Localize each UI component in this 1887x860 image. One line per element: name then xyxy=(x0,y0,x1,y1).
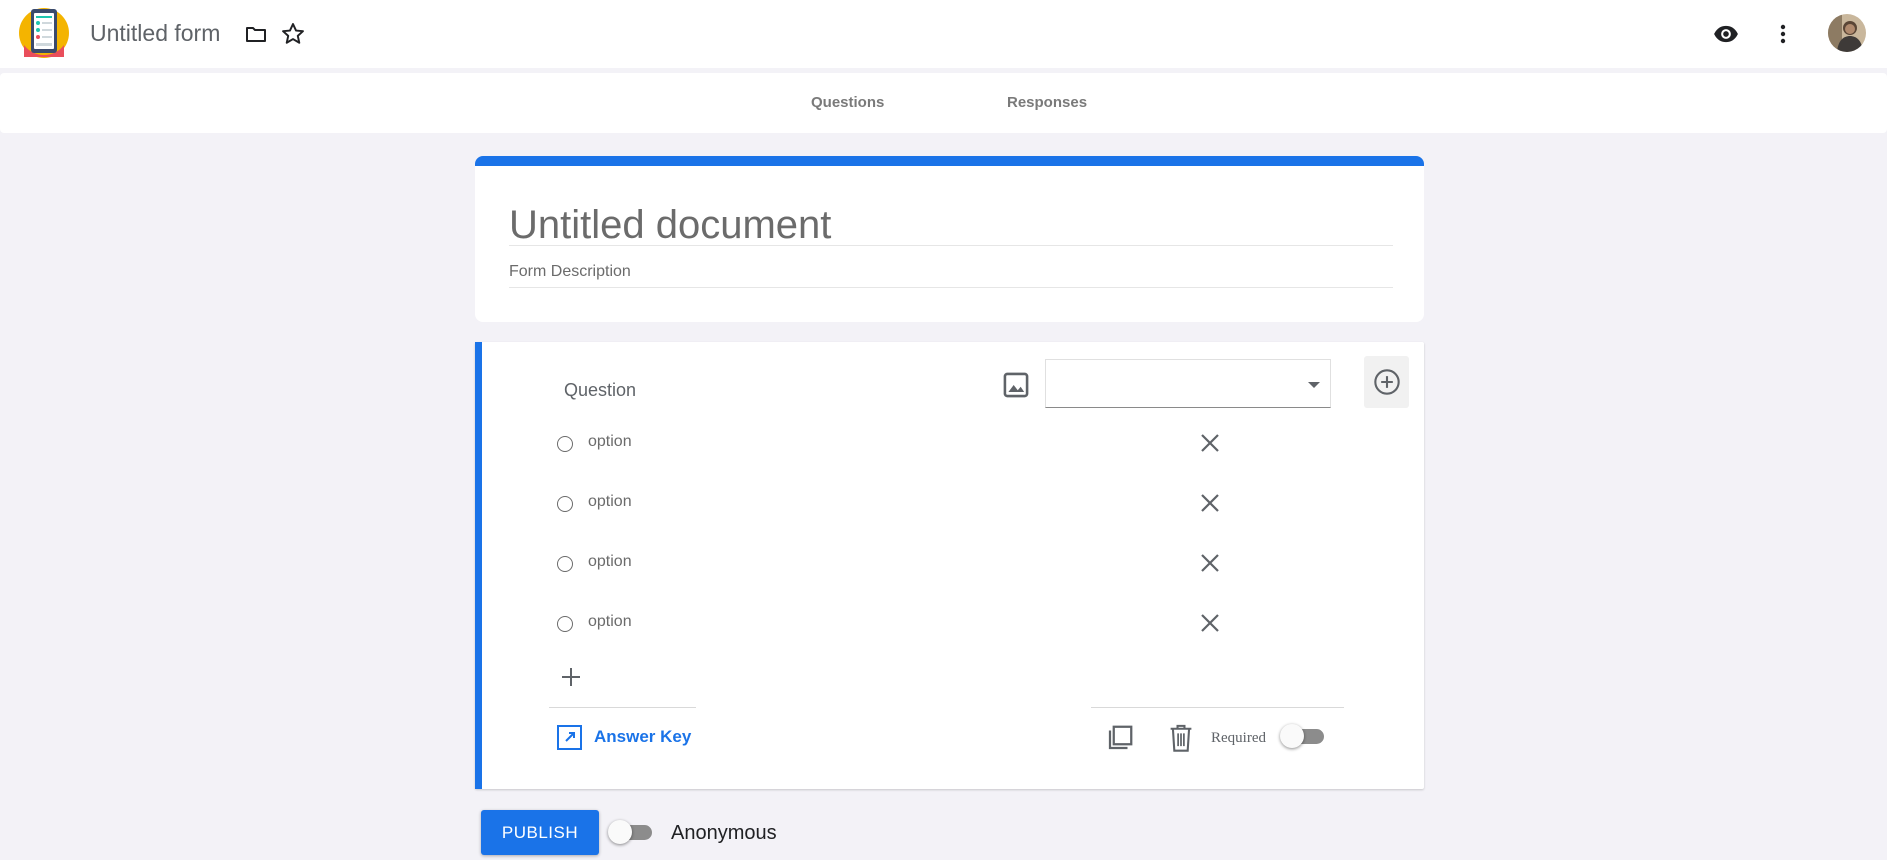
active-question-indicator xyxy=(475,342,482,789)
folder-icon[interactable] xyxy=(242,20,270,48)
form-description-input[interactable]: Form Description xyxy=(509,262,1393,288)
form-header-card: Untitled document Form Description xyxy=(475,156,1424,322)
answer-key-button[interactable]: Answer Key xyxy=(557,723,691,751)
eye-icon[interactable] xyxy=(1711,19,1741,49)
option-row: option xyxy=(557,484,1257,524)
toggle-knob xyxy=(1280,724,1304,748)
copy-icon[interactable] xyxy=(1104,722,1136,754)
divider xyxy=(1091,707,1344,708)
add-option-icon[interactable] xyxy=(556,662,586,692)
app-logo-icon[interactable] xyxy=(18,5,70,61)
header-accent-bar xyxy=(475,156,1424,166)
option-row: option xyxy=(557,424,1257,464)
question-title-input[interactable]: Question xyxy=(564,380,636,401)
add-question-button[interactable] xyxy=(1364,356,1409,408)
toggle-knob xyxy=(608,820,632,844)
radio-icon xyxy=(557,496,573,512)
option-row: option xyxy=(557,604,1257,644)
add-circle-icon xyxy=(1373,369,1400,395)
question-type-select[interactable] xyxy=(1045,359,1331,408)
anonymous-label: Anonymous xyxy=(671,822,777,844)
option-input[interactable]: option xyxy=(588,433,632,451)
avatar[interactable] xyxy=(1828,14,1866,52)
divider xyxy=(549,707,696,708)
option-input[interactable]: option xyxy=(588,553,632,571)
star-icon[interactable] xyxy=(278,19,308,49)
anonymous-toggle[interactable] xyxy=(608,820,652,844)
close-icon[interactable] xyxy=(1197,550,1223,576)
tab-bar: Questions Responses xyxy=(0,73,1887,133)
radio-icon xyxy=(557,436,573,452)
required-toggle[interactable] xyxy=(1280,724,1324,748)
trash-icon[interactable] xyxy=(1165,722,1197,754)
tab-responses[interactable]: Responses xyxy=(1007,94,1087,111)
answer-key-label: Answer Key xyxy=(594,727,692,746)
option-input[interactable]: option xyxy=(588,493,632,511)
required-label: Required xyxy=(1211,730,1266,746)
top-app-bar: Untitled form xyxy=(0,0,1887,68)
close-icon[interactable] xyxy=(1197,490,1223,516)
image-icon[interactable] xyxy=(998,367,1034,403)
close-icon[interactable] xyxy=(1197,430,1223,456)
tab-questions[interactable]: Questions xyxy=(811,94,884,111)
dropdown-arrow-icon xyxy=(1308,382,1320,388)
more-vert-icon[interactable] xyxy=(1768,19,1798,49)
option-row: option xyxy=(557,544,1257,584)
publish-button[interactable]: PUBLISH xyxy=(481,810,599,855)
form-name: Untitled form xyxy=(90,20,221,46)
close-icon[interactable] xyxy=(1197,610,1223,636)
question-card: Question option option option option Ans… xyxy=(475,342,1424,789)
radio-icon xyxy=(557,616,573,632)
form-title-input[interactable]: Untitled document xyxy=(509,204,1393,246)
radio-icon xyxy=(557,556,573,572)
option-input[interactable]: option xyxy=(588,613,632,631)
open-in-new-icon xyxy=(557,724,582,750)
